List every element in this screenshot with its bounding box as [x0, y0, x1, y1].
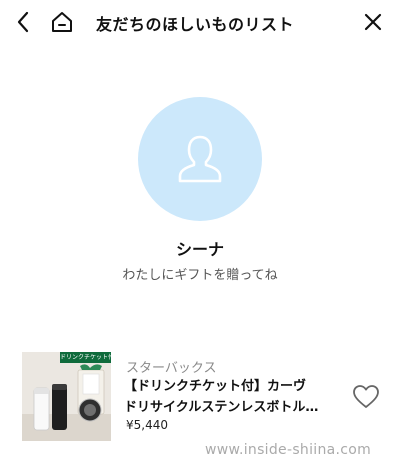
- product-price: ¥5,440: [126, 418, 168, 432]
- product-name-line1: 【ドリンクチケット付】カーヴ: [124, 379, 307, 394]
- avatar: [138, 97, 262, 221]
- favorite-button[interactable]: [352, 384, 380, 410]
- home-button[interactable]: [49, 9, 75, 35]
- product-photo: [22, 352, 111, 441]
- chevron-left-icon: [17, 11, 29, 33]
- back-button[interactable]: [10, 9, 36, 35]
- heart-icon: [353, 385, 379, 408]
- drink-ticket-tag: ドリンクチケット付: [60, 352, 111, 363]
- product-brand: スターバックス: [126, 361, 217, 376]
- page-title: 友だちのほしいものリスト: [96, 15, 295, 34]
- user-name: シーナ: [175, 240, 224, 259]
- close-button[interactable]: [360, 9, 386, 35]
- wish-message: わたしにギフトを贈ってね: [122, 268, 278, 283]
- watermark: www.inside-shiina.com: [205, 442, 372, 458]
- person-icon: [178, 135, 222, 183]
- home-icon: [52, 12, 72, 32]
- product-item[interactable]: ドリンクチケット付 スターバックス 【ドリンクチケット付】カーヴ ドリサイクルス…: [0, 348, 400, 448]
- header-bar: 友だちのほしいものリスト: [0, 0, 400, 44]
- product-image[interactable]: ドリンクチケット付: [22, 352, 111, 441]
- product-name[interactable]: 【ドリンクチケット付】カーヴ ドリサイクルステンレスボトル…: [124, 376, 346, 418]
- product-name-line2: ドリサイクルステンレスボトル…: [124, 400, 319, 415]
- close-icon: [364, 13, 382, 31]
